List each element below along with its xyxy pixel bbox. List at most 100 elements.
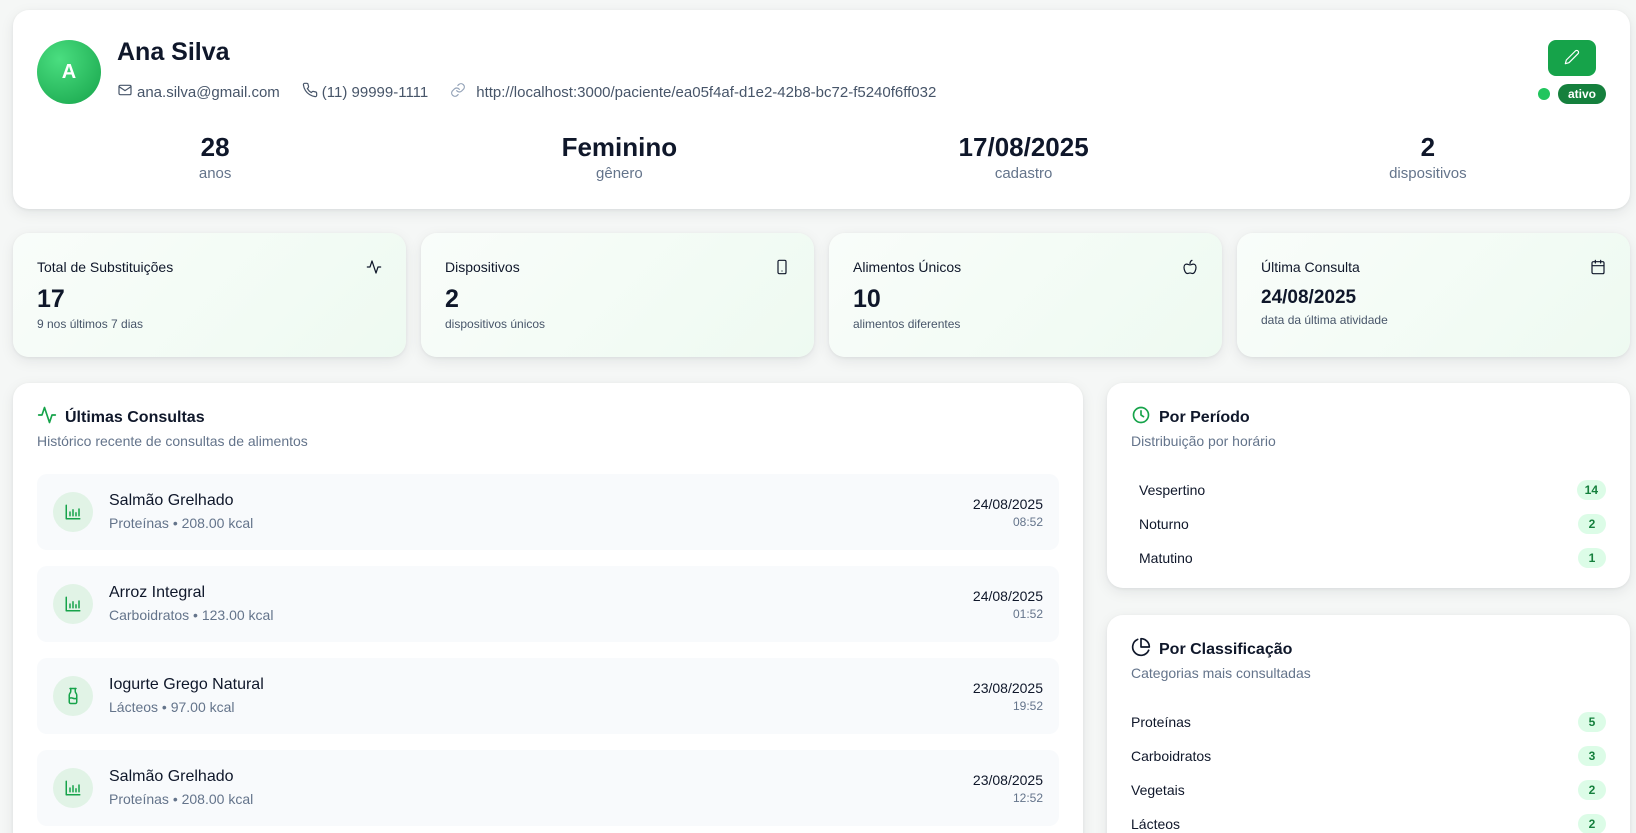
food-detail: Lácteos • 97.00 kcal bbox=[109, 699, 235, 715]
stat-age: 28 anos bbox=[13, 132, 417, 182]
metric-value: 24/08/2025 bbox=[1261, 287, 1357, 308]
count-badge: 2 bbox=[1578, 780, 1606, 800]
email-item: ana.silva@gmail.com bbox=[117, 82, 280, 102]
count-badge: 2 bbox=[1578, 514, 1606, 534]
consult-date: 24/08/2025 bbox=[972, 588, 1043, 604]
status-indicator: ativo bbox=[1537, 84, 1606, 104]
food-name: Iogurte Grego Natural bbox=[109, 676, 264, 693]
profile-stats: 28 anos Feminino gênero 17/08/2025 cadas… bbox=[13, 132, 1630, 182]
stat-value: 28 bbox=[200, 132, 230, 162]
section-title: Por Período bbox=[1131, 405, 1250, 430]
pie-chart-icon bbox=[1131, 637, 1151, 662]
patient-name: Ana Silva bbox=[117, 38, 230, 66]
stat-label: gênero bbox=[596, 165, 643, 182]
consult-time: 12:52 bbox=[1012, 791, 1043, 805]
phone-text: (11) 99999-1111 bbox=[321, 83, 429, 101]
metric-value: 17 bbox=[37, 285, 65, 313]
count-badge: 2 bbox=[1578, 814, 1606, 833]
stat-gender: Feminino gênero bbox=[417, 132, 821, 182]
patient-link[interactable]: http://localhost:3000/paciente/ea05f4af-… bbox=[476, 84, 936, 101]
metric-title: Dispositivos bbox=[445, 259, 520, 275]
food-detail: Carboidratos • 123.00 kcal bbox=[109, 607, 274, 623]
stat-label: anos bbox=[198, 165, 232, 182]
metric-subtext: dispositivos únicos bbox=[445, 317, 546, 331]
classification-list: Proteínas 5 Carboidratos 3 Vegetais 2 Lácte… bbox=[1131, 705, 1606, 833]
food-detail: Proteínas • 208.00 kcal bbox=[109, 791, 254, 807]
period-label: Noturno bbox=[1139, 516, 1189, 532]
category-label: Lácteos bbox=[1131, 816, 1181, 832]
by-period-card: Por Período Distribuição por horário Ves… bbox=[1107, 383, 1630, 588]
metric-card-foods: Alimentos Únicos 10 alimentos diferentes bbox=[829, 233, 1222, 357]
count-badge: 14 bbox=[1576, 480, 1606, 500]
consult-date: 24/08/2025 bbox=[972, 496, 1043, 512]
period-label: Matutino bbox=[1139, 550, 1193, 566]
list-item: Lácteos 2 bbox=[1131, 807, 1606, 833]
status-badge: ativo bbox=[1557, 84, 1606, 104]
consult-time: 19:52 bbox=[1012, 699, 1043, 713]
patient-profile-card: A Ana Silva ana.silva@gmail.com (11) 999… bbox=[13, 10, 1630, 209]
list-item[interactable]: Salmão Grelhado Proteínas • 208.00 kcal … bbox=[37, 474, 1059, 550]
category-label: Carboidratos bbox=[1131, 748, 1212, 764]
milk-icon bbox=[53, 676, 93, 716]
contact-info: ana.silva@gmail.com (11) 99999-1111 http… bbox=[117, 82, 958, 102]
section-title: Últimas Consultas bbox=[37, 405, 205, 430]
metric-subtext: alimentos diferentes bbox=[853, 317, 961, 331]
apple-icon bbox=[1182, 259, 1198, 275]
category-label: Vegetais bbox=[1131, 782, 1185, 798]
list-item: Vegetais 2 bbox=[1131, 773, 1606, 807]
count-badge: 5 bbox=[1578, 712, 1606, 732]
activity-icon bbox=[37, 405, 57, 430]
activity-icon bbox=[366, 259, 382, 275]
list-item: Matutino 1 bbox=[1123, 541, 1606, 575]
consultation-list: Salmão Grelhado Proteínas • 208.00 kcal … bbox=[37, 474, 1059, 833]
section-title-text: Por Período bbox=[1159, 408, 1250, 426]
section-subtitle: Distribuição por horário bbox=[1131, 433, 1276, 449]
pencil-icon bbox=[1564, 49, 1580, 68]
bar-chart-icon bbox=[53, 584, 93, 624]
status-dot bbox=[1537, 88, 1550, 100]
stat-registration: 17/08/2025 cadastro bbox=[822, 132, 1226, 182]
stat-value: 2 bbox=[1420, 132, 1436, 162]
period-label: Vespertino bbox=[1139, 482, 1206, 498]
phone-item: (11) 99999-1111 bbox=[302, 82, 428, 102]
section-title-text: Por Classificação bbox=[1159, 640, 1293, 658]
category-label: Proteínas bbox=[1131, 714, 1191, 730]
metric-value: 10 bbox=[853, 285, 881, 313]
food-detail: Proteínas • 208.00 kcal bbox=[109, 515, 254, 531]
recent-consultations-card: Últimas Consultas Histórico recente de c… bbox=[13, 383, 1083, 833]
list-item: Proteínas 5 bbox=[1131, 705, 1606, 739]
link-icon bbox=[450, 82, 466, 102]
stat-value: Feminino bbox=[561, 132, 678, 162]
stat-value: 17/08/2025 bbox=[958, 132, 1089, 162]
link-item[interactable]: http://localhost:3000/paciente/ea05f4af-… bbox=[450, 82, 936, 102]
by-classification-card: Por Classificação Categorias mais consul… bbox=[1107, 615, 1630, 833]
metric-subtext: 9 nos últimos 7 dias bbox=[37, 317, 144, 331]
metric-subtext: data da última atividade bbox=[1261, 313, 1388, 327]
consult-date: 23/08/2025 bbox=[972, 772, 1043, 788]
bar-chart-icon bbox=[53, 768, 93, 808]
avatar: A bbox=[37, 40, 101, 104]
metric-value: 2 bbox=[445, 285, 459, 313]
clock-icon bbox=[1131, 405, 1151, 430]
list-item[interactable]: Arroz Integral Carboidratos • 123.00 kca… bbox=[37, 566, 1059, 642]
section-title-text: Últimas Consultas bbox=[65, 408, 205, 426]
list-item[interactable]: Salmão Grelhado Proteínas • 208.00 kcal … bbox=[37, 750, 1059, 826]
smartphone-icon bbox=[774, 259, 790, 275]
metric-card-last-consult: Última Consulta 24/08/2025 data da últim… bbox=[1237, 233, 1630, 357]
stat-label: cadastro bbox=[994, 165, 1053, 182]
calendar-icon bbox=[1590, 259, 1606, 275]
metric-title: Total de Substituições bbox=[37, 259, 174, 275]
food-name: Arroz Integral bbox=[109, 584, 206, 601]
section-title: Por Classificação bbox=[1131, 637, 1292, 662]
section-subtitle: Histórico recente de consultas de alimen… bbox=[37, 433, 308, 449]
count-badge: 3 bbox=[1578, 746, 1606, 766]
list-item[interactable]: Iogurte Grego Natural Lácteos • 97.00 kc… bbox=[37, 658, 1059, 734]
consult-time: 08:52 bbox=[1012, 515, 1043, 529]
metric-card-substitutions: Total de Substituições 17 9 nos últimos … bbox=[13, 233, 406, 357]
edit-button[interactable] bbox=[1548, 40, 1596, 76]
consult-time: 01:52 bbox=[1012, 607, 1043, 621]
email-text: ana.silva@gmail.com bbox=[137, 83, 280, 101]
list-item: Vespertino 14 bbox=[1123, 473, 1606, 507]
metric-title: Última Consulta bbox=[1261, 259, 1360, 275]
food-name: Salmão Grelhado bbox=[109, 492, 234, 509]
